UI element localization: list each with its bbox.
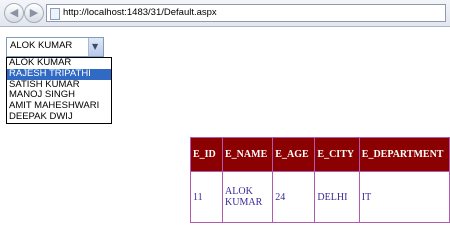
cell-e-city: DELHI bbox=[314, 171, 360, 223]
cell-e-id: 11 bbox=[189, 171, 224, 223]
cell-e-department: IT bbox=[358, 171, 450, 223]
page-icon bbox=[50, 8, 60, 20]
employee-dropdown-list: ALOK KUMAR RAJESH TRIPATHI SATISH KUMAR … bbox=[6, 57, 112, 124]
employee-grid: E_ID E_NAME E_AGE E_CITY E_DEPARTMENT 11… bbox=[189, 137, 450, 223]
dropdown-option[interactable]: DEEPAK DWIJ bbox=[7, 111, 111, 123]
header-e-id: E_ID bbox=[189, 137, 224, 172]
chevron-down-icon: ▼ bbox=[92, 42, 99, 51]
browser-toolbar: ◀ ▶ http://localhost:1483/31/Default.asp… bbox=[0, 0, 450, 27]
dropdown-option-highlighted[interactable]: RAJESH TRIPATHI bbox=[7, 68, 111, 80]
address-bar[interactable]: http://localhost:1483/31/Default.aspx bbox=[46, 4, 446, 22]
cell-e-name: ALOK KUMAR bbox=[222, 171, 274, 223]
employee-select-value: ALOK KUMAR bbox=[10, 40, 73, 51]
header-e-age: E_AGE bbox=[272, 137, 316, 172]
address-url: http://localhost:1483/31/Default.aspx bbox=[63, 7, 217, 18]
grid-header-row: E_ID E_NAME E_AGE E_CITY E_DEPARTMENT bbox=[189, 137, 450, 172]
cell-e-age: 24 bbox=[272, 171, 316, 223]
forward-arrow-icon[interactable]: ▶ bbox=[24, 3, 44, 23]
header-e-name: E_NAME bbox=[222, 137, 274, 172]
header-e-city: E_CITY bbox=[314, 137, 360, 172]
table-row: 11 ALOK KUMAR 24 DELHI IT bbox=[189, 171, 450, 223]
header-e-department: E_DEPARTMENT bbox=[358, 137, 450, 172]
employee-select[interactable]: ALOK KUMAR ▼ bbox=[6, 37, 104, 57]
back-arrow-icon[interactable]: ◀ bbox=[4, 3, 24, 23]
dropdown-arrow-button[interactable]: ▼ bbox=[88, 38, 103, 56]
